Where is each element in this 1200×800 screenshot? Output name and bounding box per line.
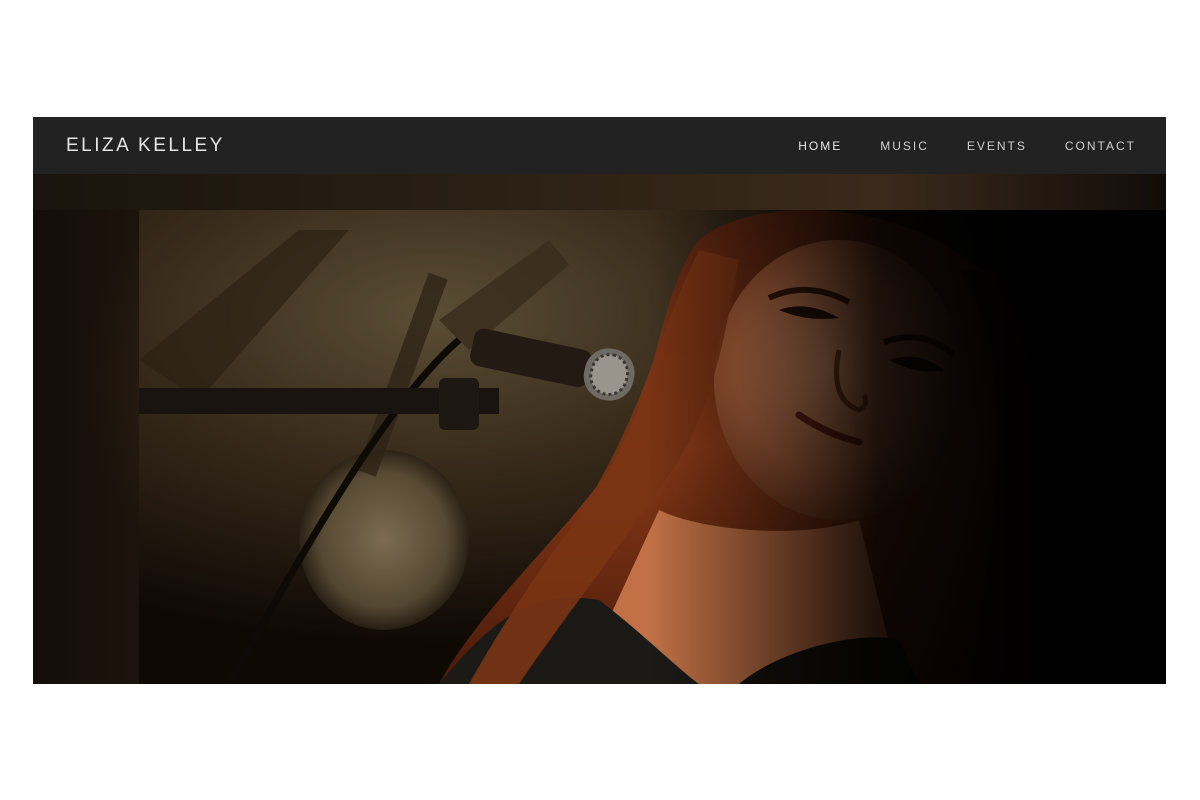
hero-photo (139, 210, 1063, 684)
nav-contact-link[interactable]: CONTACT (1065, 139, 1136, 153)
website-frame: ELIZA KELLEY HOME MUSIC EVENTS CONTACT (33, 117, 1166, 684)
site-header: ELIZA KELLEY HOME MUSIC EVENTS CONTACT (33, 117, 1166, 174)
main-nav: HOME MUSIC EVENTS CONTACT (798, 117, 1136, 174)
site-title[interactable]: ELIZA KELLEY (66, 135, 225, 157)
hero-section (33, 174, 1166, 684)
hero-backdrop (33, 174, 1166, 210)
nav-events-link[interactable]: EVENTS (967, 139, 1027, 153)
nav-music-link[interactable]: MUSIC (880, 139, 929, 153)
nav-home-link[interactable]: HOME (798, 139, 842, 153)
